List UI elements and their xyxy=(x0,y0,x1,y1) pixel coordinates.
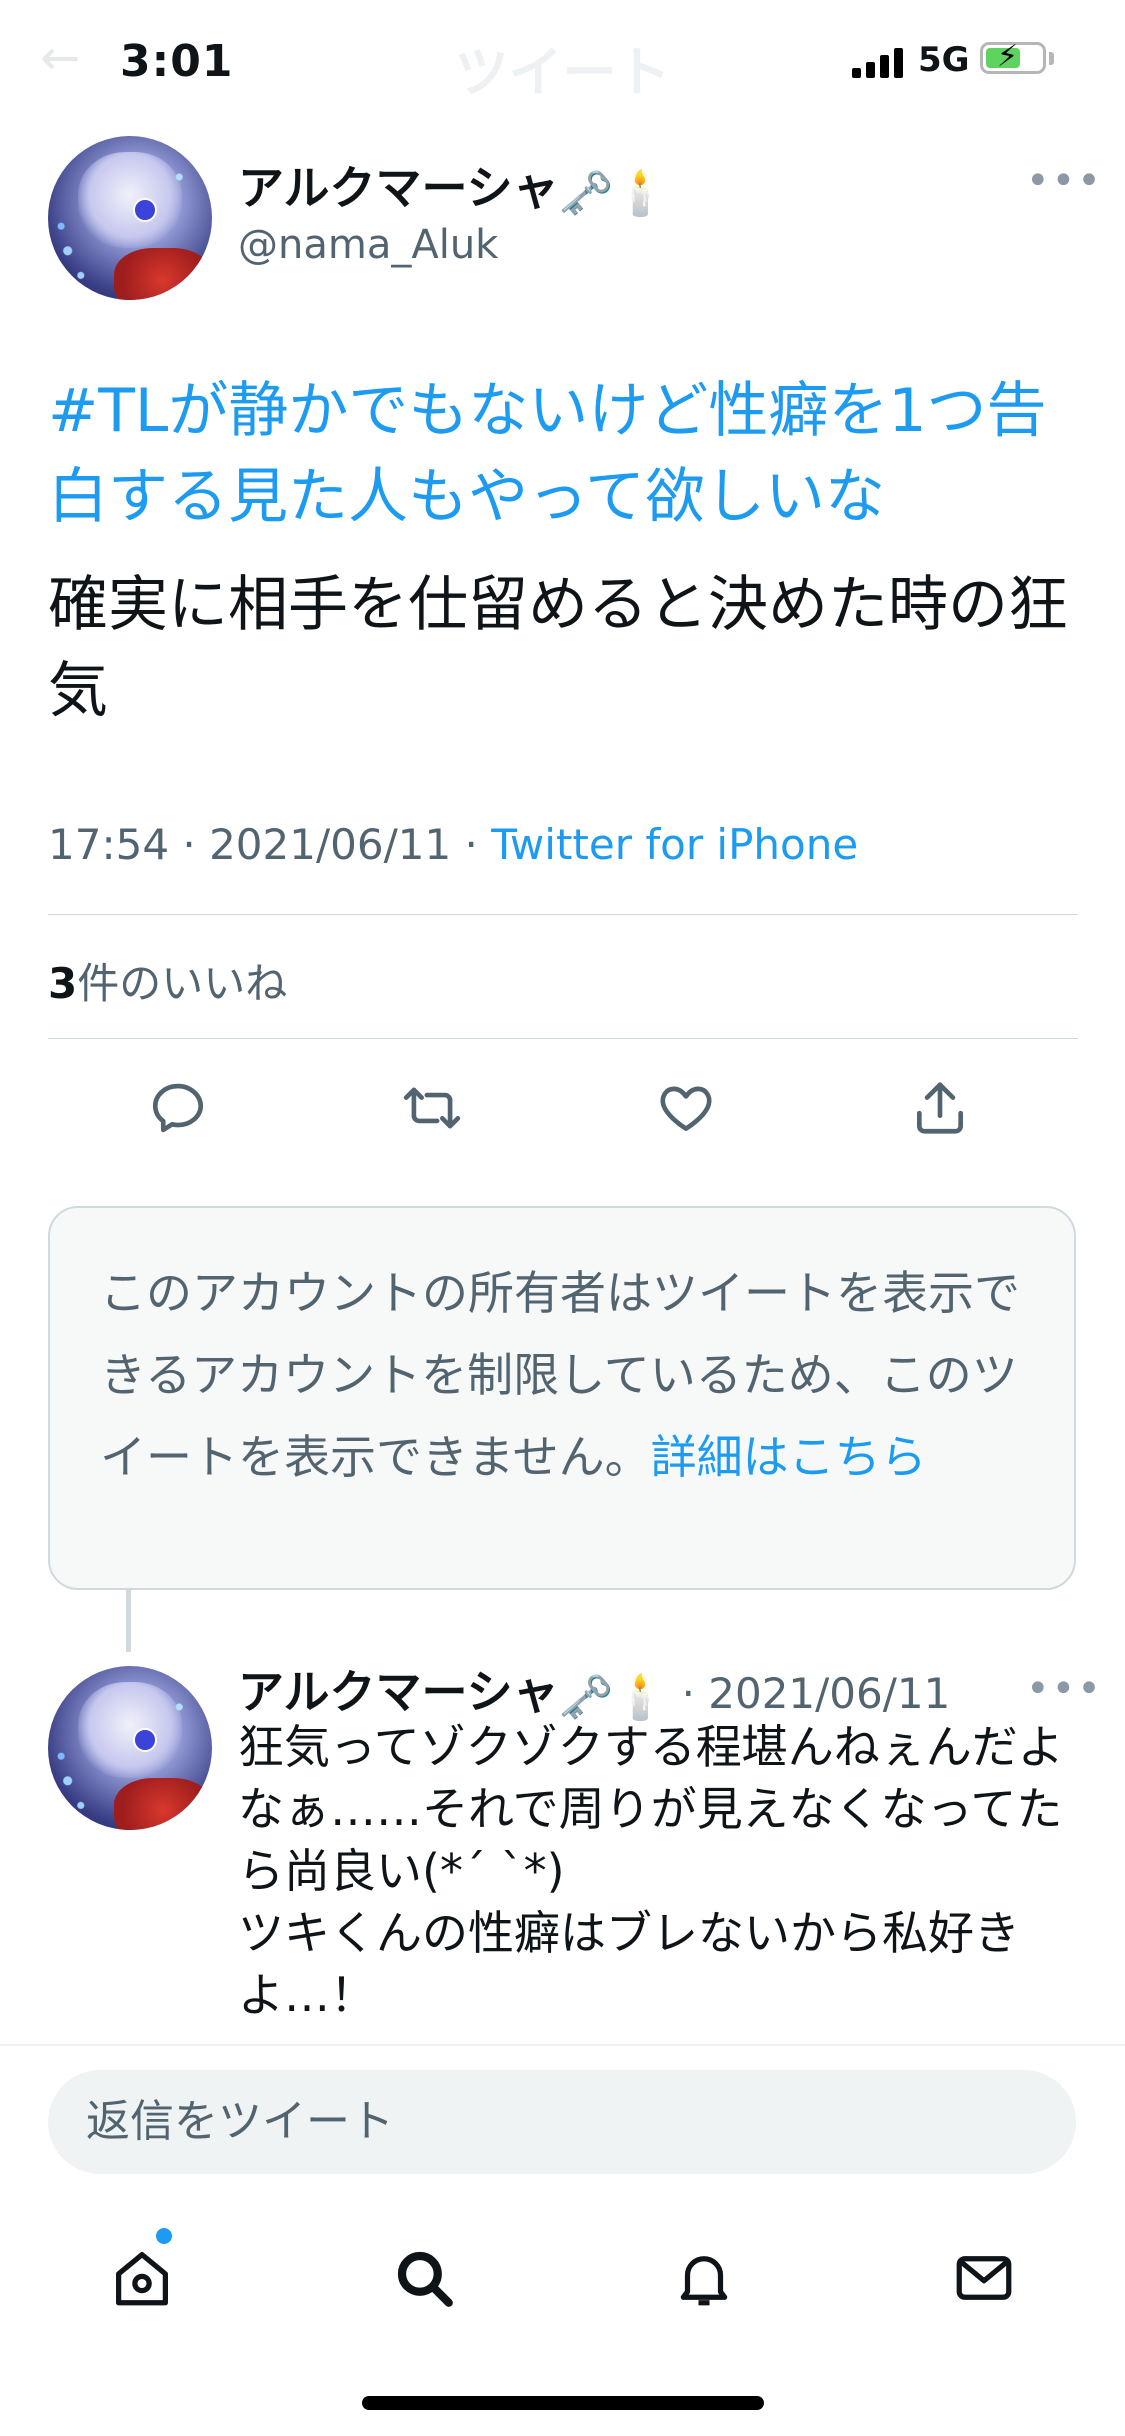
tweet-meta: 17:54 · 2021/06/11 · Twitter for iPhone xyxy=(48,820,858,869)
network-label: 5G xyxy=(918,40,970,80)
thread-connector xyxy=(126,1590,131,1652)
divider xyxy=(48,1038,1078,1039)
likes-number: 3 xyxy=(48,959,78,1008)
author-avatar[interactable] xyxy=(48,136,212,300)
share-icon[interactable] xyxy=(904,1072,976,1144)
signal-icon xyxy=(852,44,906,78)
reply-author-avatar[interactable] xyxy=(48,1666,212,1830)
reply-header: アルクマーシャ🗝️🕯️ · 2021/06/11 xyxy=(238,1656,950,1723)
tweet-timestamp: 17:54 · 2021/06/11 · xyxy=(48,820,492,869)
reply-date: · 2021/06/11 xyxy=(668,1669,951,1718)
author-name[interactable]: アルクマーシャ🗝️🕯️ xyxy=(238,152,668,219)
more-options-icon[interactable]: ••• xyxy=(1026,158,1103,204)
divider xyxy=(48,914,1078,915)
restricted-tweet-notice: このアカウントの所有者はツイートを表示できるアカウントを制限しているため、このツ… xyxy=(48,1206,1076,1590)
messages-icon[interactable] xyxy=(944,2238,1024,2318)
likes-count[interactable]: 3件のいいね xyxy=(48,950,287,1011)
key-icon: 🗝️ xyxy=(558,168,614,219)
home-icon[interactable] xyxy=(102,2238,182,2318)
reply-author-name[interactable]: アルクマーシャ xyxy=(238,1665,559,1719)
likes-label: 件のいいね xyxy=(77,959,288,1008)
author-name-text: アルクマーシャ xyxy=(238,161,559,215)
search-icon[interactable] xyxy=(384,2238,464,2318)
learn-more-link[interactable]: 詳細はこちら xyxy=(651,1430,927,1484)
reply-icon[interactable] xyxy=(142,1072,214,1144)
retweet-icon[interactable] xyxy=(396,1072,468,1144)
composer-divider xyxy=(0,2044,1125,2046)
battery-tip xyxy=(1049,52,1054,65)
home-notification-dot xyxy=(156,2228,172,2244)
reply-body: 狂気ってゾクゾクする程堪んねぇんだよなぁ……それで周りが見えなくなってたら尚良い… xyxy=(238,1720,1064,2022)
tweet-body: 確実に相手を仕留めると決めた時の狂気 xyxy=(48,570,1068,726)
reply-composer-input[interactable]: 返信をツイート xyxy=(48,2070,1076,2174)
candle-icon: 🕯️ xyxy=(613,168,669,219)
status-time: 3:01 xyxy=(120,36,234,87)
home-indicator xyxy=(362,2396,764,2410)
tweet-source-link[interactable]: Twitter for iPhone xyxy=(491,820,858,869)
reply-more-options-icon[interactable]: ••• xyxy=(1026,1666,1103,1712)
author-handle[interactable]: @nama_Aluk xyxy=(238,222,498,268)
tweet-hashtag[interactable]: #TLが静かでもないけど性癖を1つ告白する見た人もやって欲しいな xyxy=(48,368,1078,540)
like-icon[interactable] xyxy=(650,1072,722,1144)
battery-charging-icon: ⚡ xyxy=(980,39,1046,74)
notifications-icon[interactable] xyxy=(664,2238,744,2318)
